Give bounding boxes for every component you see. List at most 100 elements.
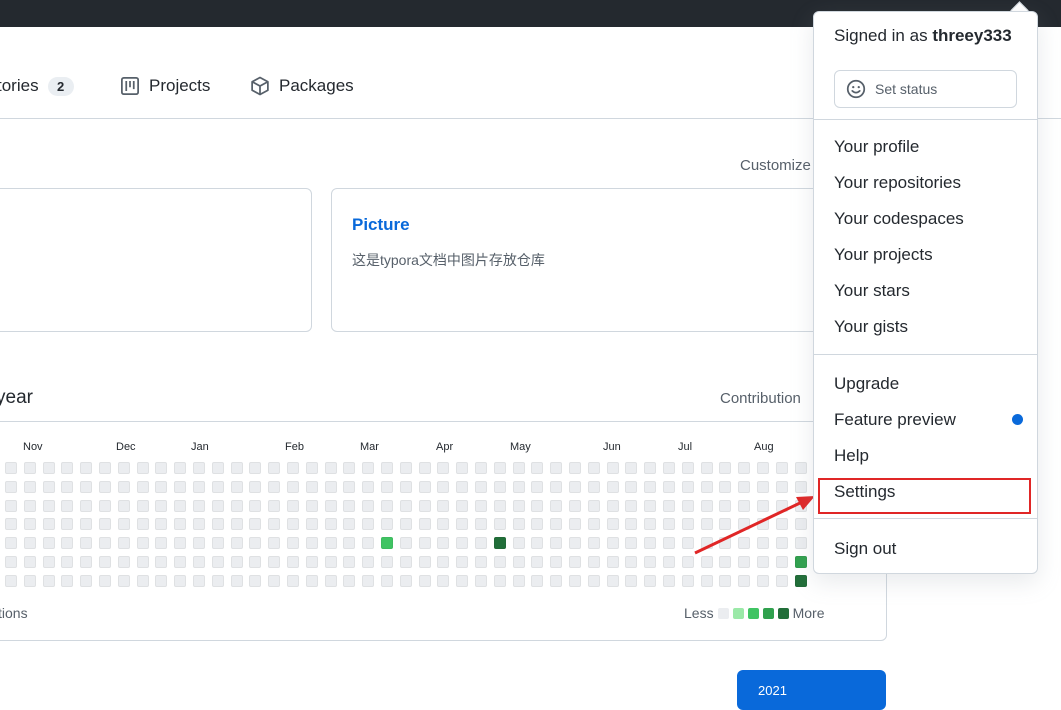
contribution-day-cell[interactable] bbox=[588, 556, 600, 568]
contribution-day-cell[interactable] bbox=[43, 556, 55, 568]
contribution-day-cell[interactable] bbox=[625, 481, 637, 493]
contribution-day-cell[interactable] bbox=[475, 575, 487, 587]
contribution-day-cell[interactable] bbox=[776, 481, 788, 493]
contribution-day-cell[interactable] bbox=[400, 575, 412, 587]
contribution-day-cell[interactable] bbox=[513, 481, 525, 493]
contribution-day-cell[interactable] bbox=[625, 556, 637, 568]
contribution-day-cell[interactable] bbox=[682, 537, 694, 549]
contribution-day-cell[interactable] bbox=[494, 462, 506, 474]
contribution-day-cell[interactable] bbox=[550, 556, 562, 568]
contribution-day-cell[interactable] bbox=[118, 575, 130, 587]
contribution-day-cell[interactable] bbox=[61, 481, 73, 493]
contribution-day-cell[interactable] bbox=[456, 518, 468, 530]
contribution-day-cell[interactable] bbox=[249, 462, 261, 474]
menu-item-your-projects[interactable]: Your projects bbox=[834, 245, 933, 265]
contribution-day-cell[interactable] bbox=[701, 575, 713, 587]
contribution-day-cell[interactable] bbox=[682, 462, 694, 474]
contribution-day-cell[interactable] bbox=[644, 518, 656, 530]
contribution-day-cell[interactable] bbox=[531, 518, 543, 530]
contribution-day-cell[interactable] bbox=[607, 556, 619, 568]
contribution-day-cell[interactable] bbox=[607, 537, 619, 549]
contribution-day-cell[interactable] bbox=[268, 500, 280, 512]
contribution-day-cell[interactable] bbox=[494, 537, 506, 549]
tab-packages[interactable]: Packages bbox=[250, 76, 354, 96]
menu-item-feature-preview[interactable]: Feature preview bbox=[834, 410, 956, 430]
contribution-day-cell[interactable] bbox=[494, 481, 506, 493]
contribution-day-cell[interactable] bbox=[456, 537, 468, 549]
contribution-day-cell[interactable] bbox=[231, 537, 243, 549]
contribution-day-cell[interactable] bbox=[795, 481, 807, 493]
contribution-day-cell[interactable] bbox=[61, 575, 73, 587]
contribution-day-cell[interactable] bbox=[795, 575, 807, 587]
contribution-day-cell[interactable] bbox=[475, 500, 487, 512]
contribution-day-cell[interactable] bbox=[569, 481, 581, 493]
contribution-day-cell[interactable] bbox=[231, 462, 243, 474]
contribution-day-cell[interactable] bbox=[644, 537, 656, 549]
contribution-day-cell[interactable] bbox=[757, 556, 769, 568]
contribution-day-cell[interactable] bbox=[287, 500, 299, 512]
contribution-day-cell[interactable] bbox=[531, 537, 543, 549]
contribution-day-cell[interactable] bbox=[400, 462, 412, 474]
contribution-day-cell[interactable] bbox=[193, 518, 205, 530]
contribution-day-cell[interactable] bbox=[701, 537, 713, 549]
contribution-day-cell[interactable] bbox=[325, 556, 337, 568]
contribution-day-cell[interactable] bbox=[588, 575, 600, 587]
contribution-day-cell[interactable] bbox=[343, 500, 355, 512]
contribution-day-cell[interactable] bbox=[268, 481, 280, 493]
contribution-day-cell[interactable] bbox=[475, 518, 487, 530]
contribution-day-cell[interactable] bbox=[43, 537, 55, 549]
menu-item-upgrade[interactable]: Upgrade bbox=[834, 374, 899, 394]
contribution-day-cell[interactable] bbox=[400, 518, 412, 530]
contribution-day-cell[interactable] bbox=[362, 537, 374, 549]
contribution-day-cell[interactable] bbox=[644, 556, 656, 568]
contribution-day-cell[interactable] bbox=[437, 481, 449, 493]
contribution-day-cell[interactable] bbox=[249, 556, 261, 568]
contribution-day-cell[interactable] bbox=[588, 518, 600, 530]
contribution-day-cell[interactable] bbox=[569, 500, 581, 512]
contribution-day-cell[interactable] bbox=[231, 500, 243, 512]
contribution-day-cell[interactable] bbox=[419, 556, 431, 568]
contribution-day-cell[interactable] bbox=[513, 462, 525, 474]
contribution-day-cell[interactable] bbox=[155, 500, 167, 512]
contribution-day-cell[interactable] bbox=[738, 481, 750, 493]
contribution-day-cell[interactable] bbox=[325, 575, 337, 587]
contribution-day-cell[interactable] bbox=[80, 518, 92, 530]
contribution-day-cell[interactable] bbox=[137, 500, 149, 512]
contribution-day-cell[interactable] bbox=[607, 481, 619, 493]
contribution-day-cell[interactable] bbox=[43, 481, 55, 493]
contribution-day-cell[interactable] bbox=[588, 500, 600, 512]
contribution-day-cell[interactable] bbox=[325, 537, 337, 549]
contribution-day-cell[interactable] bbox=[343, 518, 355, 530]
contribution-day-cell[interactable] bbox=[99, 556, 111, 568]
contribution-day-cell[interactable] bbox=[776, 518, 788, 530]
tab-repositories[interactable]: tories 2 bbox=[0, 76, 74, 96]
contribution-day-cell[interactable] bbox=[381, 481, 393, 493]
contribution-day-cell[interactable] bbox=[663, 556, 675, 568]
contribution-day-cell[interactable] bbox=[118, 556, 130, 568]
contribution-day-cell[interactable] bbox=[419, 500, 431, 512]
contribution-day-cell[interactable] bbox=[99, 500, 111, 512]
contribution-day-cell[interactable] bbox=[193, 575, 205, 587]
contribution-day-cell[interactable] bbox=[43, 575, 55, 587]
contribution-day-cell[interactable] bbox=[588, 462, 600, 474]
menu-item-your-gists[interactable]: Your gists bbox=[834, 317, 908, 337]
contribution-day-cell[interactable] bbox=[362, 481, 374, 493]
contribution-day-cell[interactable] bbox=[287, 462, 299, 474]
contribution-day-cell[interactable] bbox=[306, 481, 318, 493]
contribution-day-cell[interactable] bbox=[644, 500, 656, 512]
menu-item-your-codespaces[interactable]: Your codespaces bbox=[834, 209, 964, 229]
contribution-day-cell[interactable] bbox=[569, 556, 581, 568]
contribution-day-cell[interactable] bbox=[137, 462, 149, 474]
contribution-day-cell[interactable] bbox=[5, 518, 17, 530]
contribution-day-cell[interactable] bbox=[738, 518, 750, 530]
contribution-day-cell[interactable] bbox=[80, 575, 92, 587]
contribution-day-cell[interactable] bbox=[569, 575, 581, 587]
contribution-day-cell[interactable] bbox=[663, 481, 675, 493]
contribution-day-cell[interactable] bbox=[43, 500, 55, 512]
contribution-day-cell[interactable] bbox=[757, 500, 769, 512]
contribution-day-cell[interactable] bbox=[569, 462, 581, 474]
contribution-day-cell[interactable] bbox=[795, 462, 807, 474]
contribution-day-cell[interactable] bbox=[5, 500, 17, 512]
contribution-day-cell[interactable] bbox=[343, 575, 355, 587]
contribution-day-cell[interactable] bbox=[287, 575, 299, 587]
